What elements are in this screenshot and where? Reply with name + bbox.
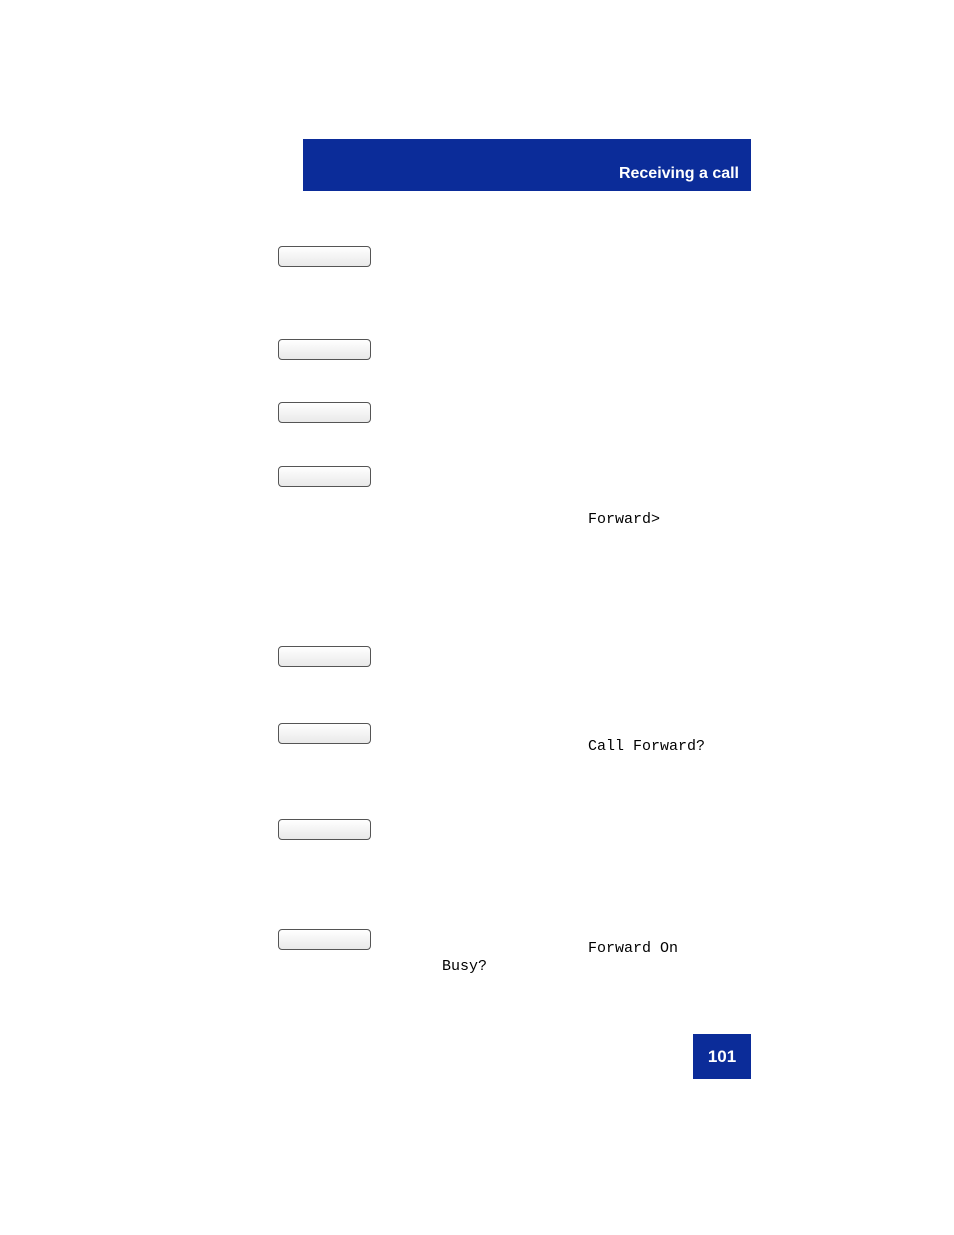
text-call-forward: Call Forward? [588,738,705,755]
softkey-button[interactable] [278,246,371,267]
header-title: Receiving a call [619,165,739,183]
softkey-button[interactable] [278,819,371,840]
text-forward-on: Forward On [588,940,678,957]
page: Receiving a call Forward> Call Forward? … [0,0,954,1235]
text-busy: Busy? [442,958,487,975]
softkey-button[interactable] [278,402,371,423]
page-number-value: 101 [708,1047,736,1067]
page-number: 101 [693,1034,751,1079]
softkey-button[interactable] [278,646,371,667]
header-bar: Receiving a call [303,139,751,191]
softkey-button[interactable] [278,466,371,487]
softkey-button[interactable] [278,929,371,950]
softkey-button[interactable] [278,339,371,360]
text-forward-arrow: Forward> [588,511,660,528]
softkey-button[interactable] [278,723,371,744]
